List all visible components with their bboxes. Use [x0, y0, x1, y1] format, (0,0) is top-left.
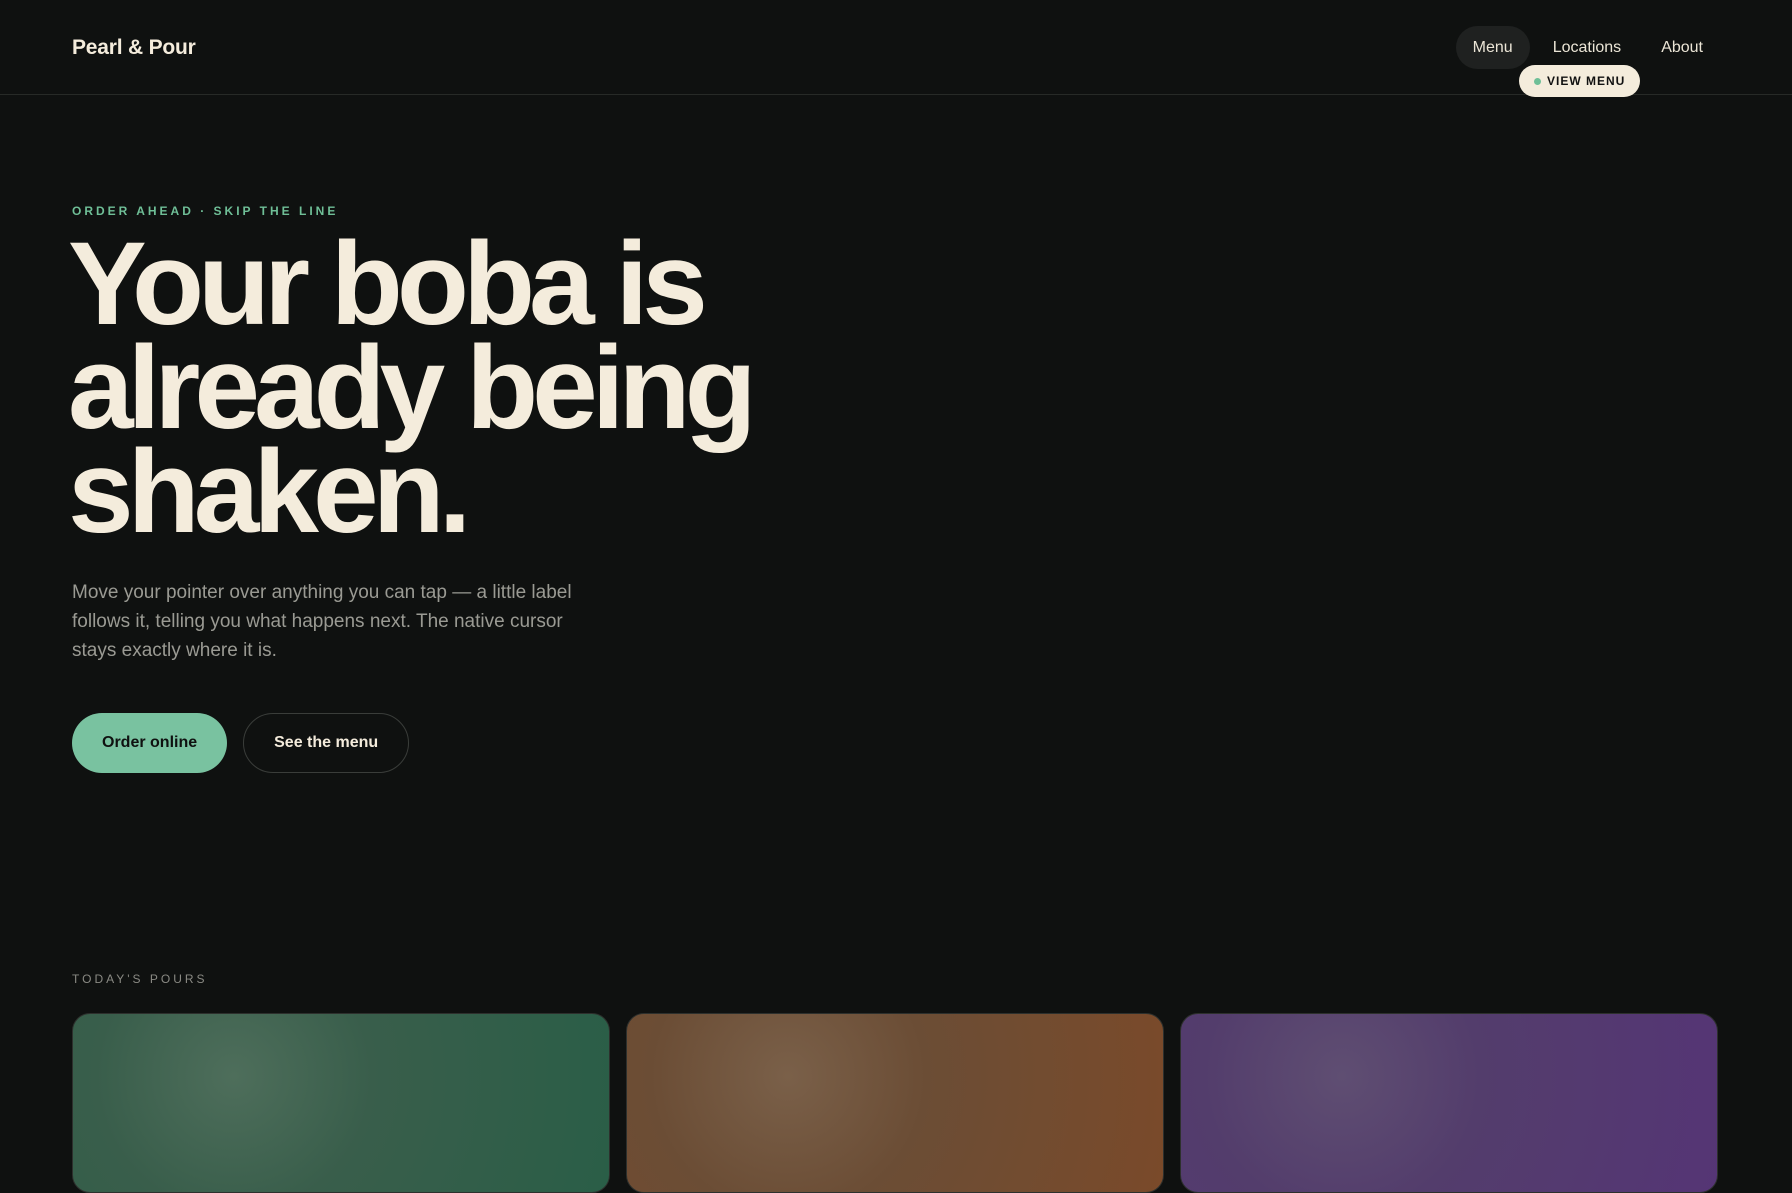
- pours-cards: [72, 1013, 1718, 1193]
- brand-logo[interactable]: Pearl & Pour: [72, 36, 196, 60]
- hero-actions: Order online See the menu: [72, 713, 410, 773]
- todays-pours-label: TODAY'S POURS: [72, 972, 208, 986]
- cursor-label-text: VIEW MENU: [1547, 74, 1626, 88]
- hero-eyebrow: ORDER AHEAD · SKIP THE LINE: [72, 204, 339, 218]
- cursor-dot-icon: [1534, 77, 1541, 85]
- headline-line-3: shaken.: [68, 426, 471, 558]
- order-online-button[interactable]: Order online: [72, 713, 228, 773]
- nav-item-locations[interactable]: Locations: [1536, 26, 1639, 69]
- headline-line-2: already being: [68, 322, 757, 454]
- pour-card-purple[interactable]: [1180, 1013, 1718, 1193]
- nav-item-about[interactable]: About: [1644, 26, 1720, 69]
- headline-line-1: Your boba is: [68, 218, 708, 350]
- nav-item-menu[interactable]: Menu: [1455, 26, 1530, 69]
- see-menu-button[interactable]: See the menu: [243, 713, 410, 773]
- main-nav: Menu Locations About: [1455, 26, 1720, 69]
- pour-card-green[interactable]: [72, 1013, 610, 1193]
- pour-card-amber[interactable]: [626, 1013, 1164, 1193]
- cursor-follow-label: VIEW MENU: [1519, 65, 1641, 97]
- hero-headline: Your boba is already being shaken.: [68, 218, 968, 558]
- hero-description: Move your pointer over anything you can …: [72, 582, 572, 661]
